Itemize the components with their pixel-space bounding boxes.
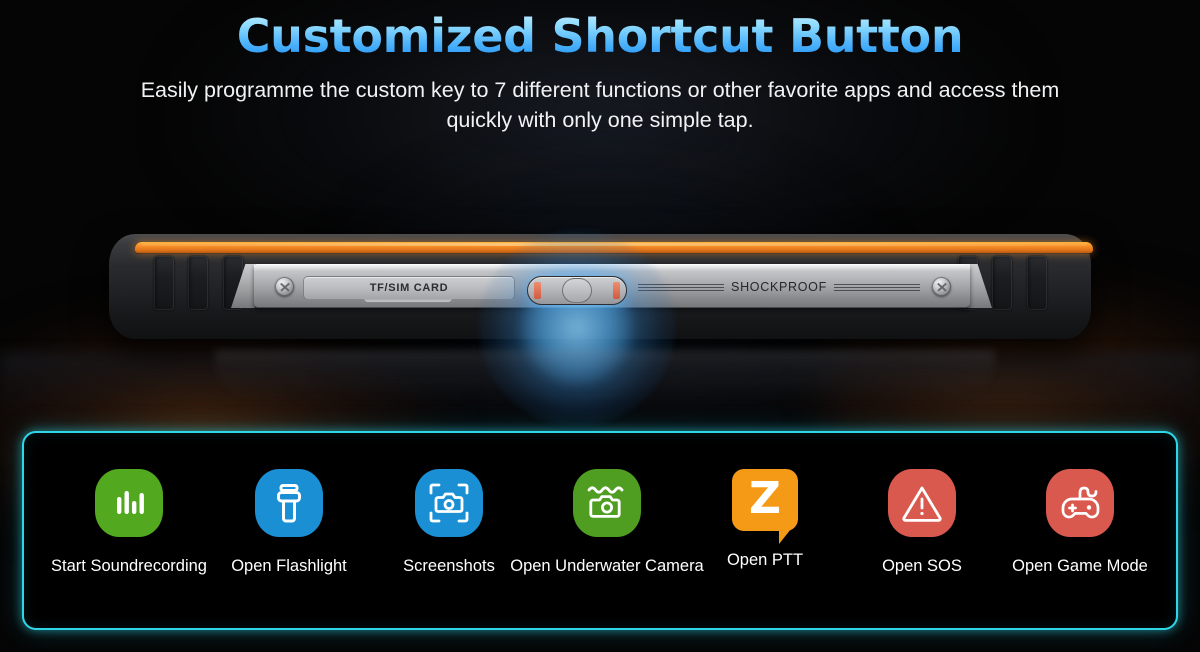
phone-illustration: TF/SIM CARD SHOCKPROOF bbox=[95, 222, 1105, 426]
custom-shortcut-button[interactable] bbox=[527, 276, 627, 305]
shortcut-label: Screenshots bbox=[403, 557, 495, 575]
shortcut-label: Open SOS bbox=[882, 557, 962, 575]
custom-button-segment bbox=[613, 282, 620, 299]
shortcut-icon-row: Start Soundrecording Open Flashlight Scr… bbox=[24, 433, 1176, 628]
phone-screw bbox=[932, 277, 951, 296]
phone-screw bbox=[275, 277, 294, 296]
ptt-bubble-icon: Z bbox=[732, 469, 798, 544]
shortcut-item[interactable]: Open Game Mode bbox=[975, 469, 1185, 576]
custom-button-center-pad bbox=[562, 278, 592, 303]
shortcut-options-panel: Start Soundrecording Open Flashlight Scr… bbox=[22, 431, 1178, 630]
page-title: Customized Shortcut Button bbox=[0, 11, 1200, 62]
shockproof-label: SHOCKPROOF bbox=[731, 280, 827, 294]
underwater-camera-icon bbox=[573, 469, 641, 537]
shockproof-lines-left bbox=[638, 282, 725, 292]
custom-button-segment bbox=[534, 282, 541, 299]
shockproof-band: SHOCKPROOF bbox=[638, 276, 920, 298]
game-mode-icon bbox=[1046, 469, 1114, 537]
shortcut-label: Open Flashlight bbox=[231, 557, 347, 575]
phone-reflection bbox=[215, 350, 995, 400]
header-block: Customized Shortcut Button Easily progra… bbox=[0, 11, 1200, 136]
sim-slot-notch bbox=[364, 298, 452, 302]
sos-warning-icon bbox=[888, 469, 956, 537]
sim-card-slot-label: TF/SIM CARD bbox=[369, 282, 449, 294]
sim-card-slot: TF/SIM CARD bbox=[303, 276, 515, 300]
flashlight-icon bbox=[255, 469, 323, 537]
promo-banner: Customized Shortcut Button Easily progra… bbox=[0, 0, 1200, 652]
page-subtitle: Easily programme the custom key to 7 dif… bbox=[140, 77, 1060, 133]
phone-body: TF/SIM CARD SHOCKPROOF bbox=[109, 230, 1093, 426]
ptt-letter-z: Z bbox=[749, 473, 781, 524]
shockproof-lines-right bbox=[833, 282, 920, 292]
sound-recording-icon bbox=[95, 469, 163, 537]
custom-button-glow bbox=[479, 230, 675, 426]
shortcut-label: Open Game Mode bbox=[1012, 557, 1148, 575]
screenshot-icon bbox=[415, 469, 483, 537]
shortcut-label: Open PTT bbox=[726, 551, 804, 569]
